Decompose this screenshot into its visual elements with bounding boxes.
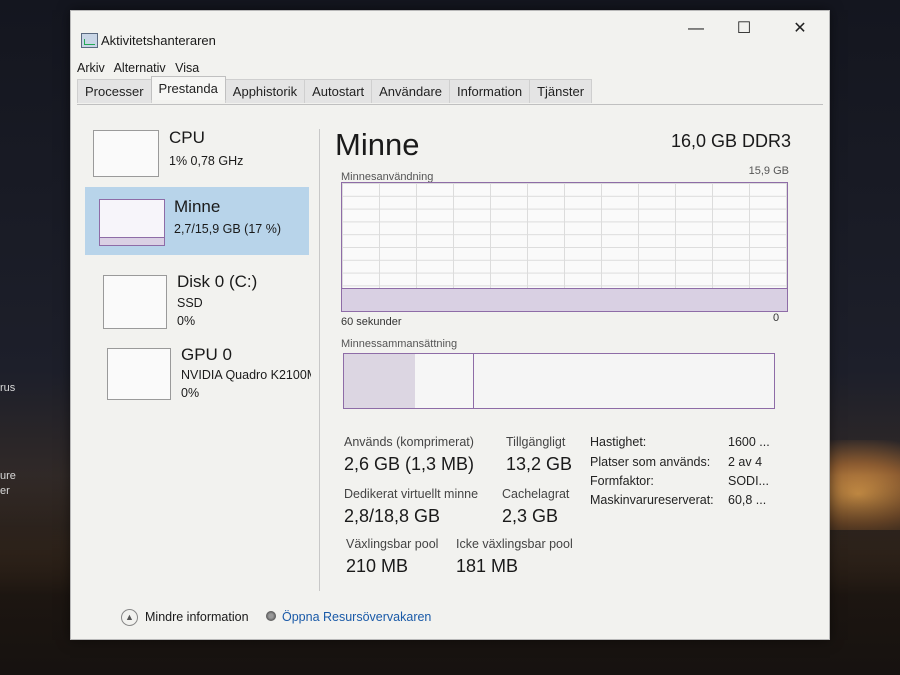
stat-available: Tillgängligt 13,2 GB bbox=[506, 435, 572, 475]
usage-graph-max: 15,9 GB bbox=[748, 165, 789, 177]
stat-value: 181 MB bbox=[456, 556, 519, 576]
tab-processer[interactable]: Processer bbox=[77, 79, 152, 103]
gpu-thumbnail-graph bbox=[107, 348, 171, 400]
stat-label: Används (komprimerat) bbox=[344, 435, 474, 449]
stat-value: 2,8/18,8 GB bbox=[344, 506, 441, 526]
window-title: Aktivitetshanteraren bbox=[101, 33, 216, 48]
stat-nonpaged-pool: Icke växlingsbar pool 181 MB bbox=[456, 537, 573, 577]
sidebar-item-disk[interactable]: Disk 0 (C:) SSD 0% bbox=[85, 263, 309, 331]
detail-key: Maskinvarureserverat: bbox=[590, 493, 714, 507]
detail-value: 60,8 ... bbox=[728, 493, 767, 507]
stat-value: 2,6 GB (1,3 MB) bbox=[344, 454, 475, 474]
composition-label: Minnessammansättning bbox=[341, 338, 458, 350]
menu-bar: Arkiv Alternativ Visa bbox=[77, 61, 205, 75]
detail-key: Hastighet: bbox=[590, 435, 647, 449]
cpu-thumbnail-graph bbox=[93, 130, 159, 177]
stat-paged-pool: Växlingsbar pool 210 MB bbox=[346, 537, 438, 577]
memory-spec: 16,0 GB DDR3 bbox=[670, 131, 791, 151]
memory-usage-fill bbox=[342, 288, 787, 311]
stat-value: 13,2 GB bbox=[506, 454, 573, 474]
memory-usage-graph bbox=[341, 182, 788, 312]
stat-value: 2,3 GB bbox=[502, 506, 559, 526]
close-button[interactable]: ✕ bbox=[777, 15, 823, 43]
detail-value: SODI... bbox=[728, 474, 769, 488]
sidebar-item-title: CPU bbox=[169, 128, 205, 147]
stat-value: 210 MB bbox=[346, 556, 409, 576]
title-bar[interactable]: Aktivitetshanteraren — ☐ ✕ bbox=[71, 11, 829, 49]
resource-monitor-icon bbox=[266, 611, 276, 621]
composition-in-use bbox=[344, 354, 416, 408]
stat-cached: Cachelagrat 2,3 GB bbox=[502, 487, 569, 527]
sidebar-item-sub: NVIDIA Quadro K2100M bbox=[181, 368, 311, 382]
sidebar-item-cpu[interactable]: CPU 1% 0,78 GHz bbox=[85, 121, 309, 189]
stat-label: Cachelagrat bbox=[502, 487, 570, 501]
sidebar-item-sub: SSD bbox=[177, 296, 203, 310]
detail-value: 1600 ... bbox=[728, 435, 770, 449]
composition-modified bbox=[414, 354, 474, 408]
open-resource-monitor-link[interactable]: Öppna Resursövervakaren bbox=[282, 610, 431, 624]
panel-divider bbox=[319, 129, 320, 591]
sidebar-item-sub: 2,7/15,9 GB (17 %) bbox=[174, 222, 282, 236]
memory-thumbnail-graph bbox=[99, 199, 165, 246]
tab-tjanster[interactable]: Tjänster bbox=[529, 79, 593, 103]
sidebar-item-memory[interactable]: Minne 2,7/15,9 GB (17 %) bbox=[85, 187, 309, 255]
stat-in-use: Används (komprimerat) 2,6 GB (1,3 MB) bbox=[344, 435, 474, 475]
task-manager-icon bbox=[81, 33, 98, 48]
detail-key: Formfaktor: bbox=[590, 474, 654, 488]
desktop-icon-label[interactable]: ure bbox=[0, 470, 16, 482]
sidebar-item-title: Minne bbox=[174, 197, 221, 216]
sidebar-item-sub: 0% bbox=[177, 314, 196, 328]
sidebar-item-gpu[interactable]: GPU 0 NVIDIA Quadro K2100M 0% bbox=[85, 337, 311, 405]
tab-autostart[interactable]: Autostart bbox=[304, 79, 373, 103]
stat-committed: Dedikerat virtuellt minne 2,8/18,8 GB bbox=[344, 487, 478, 527]
tab-apphistorik[interactable]: Apphistorik bbox=[224, 79, 306, 103]
tab-divider bbox=[77, 104, 823, 105]
less-info-link[interactable]: Mindre information bbox=[145, 610, 249, 624]
tab-strip: Processer Prestanda Apphistorik Autostar… bbox=[77, 76, 593, 103]
minimize-button[interactable]: — bbox=[673, 15, 719, 43]
detail-key: Platser som används: bbox=[590, 455, 711, 469]
sidebar-item-sub: 0% bbox=[181, 386, 200, 400]
tab-anvandare[interactable]: Användare bbox=[371, 79, 451, 103]
tab-prestanda[interactable]: Prestanda bbox=[150, 76, 226, 100]
maximize-button[interactable]: ☐ bbox=[721, 15, 767, 43]
stat-label: Tillgängligt bbox=[506, 435, 566, 449]
memory-composition-bar[interactable] bbox=[343, 353, 775, 409]
resource-sidebar: CPU 1% 0,78 GHz Minne 2,7/15,9 GB (17 %)… bbox=[85, 121, 311, 591]
stat-label: Icke växlingsbar pool bbox=[456, 537, 573, 551]
disk-thumbnail-graph bbox=[103, 275, 167, 329]
footer-bar: ▲ Mindre information Öppna Resursövervak… bbox=[71, 603, 829, 637]
chevron-up-icon[interactable]: ▲ bbox=[121, 609, 138, 626]
menu-alternativ[interactable]: Alternativ bbox=[114, 61, 166, 75]
page-title: Minne bbox=[335, 127, 420, 162]
graph-zero-label: 0 bbox=[773, 312, 780, 324]
sidebar-item-sub: 1% 0,78 GHz bbox=[169, 154, 244, 168]
menu-visa[interactable]: Visa bbox=[175, 61, 199, 75]
sidebar-item-title: GPU 0 bbox=[181, 345, 233, 364]
desktop-icon-label[interactable]: er bbox=[0, 485, 10, 497]
stat-label: Dedikerat virtuellt minne bbox=[344, 487, 479, 501]
task-manager-window: Aktivitetshanteraren — ☐ ✕ Arkiv Alterna… bbox=[70, 10, 830, 640]
graph-time-label: 60 sekunder bbox=[341, 316, 402, 328]
menu-arkiv[interactable]: Arkiv bbox=[77, 61, 105, 75]
tab-information[interactable]: Information bbox=[449, 79, 531, 103]
desktop-icon-label[interactable]: rus bbox=[0, 382, 15, 394]
detail-value: 2 av 4 bbox=[728, 455, 763, 469]
sidebar-item-title: Disk 0 (C:) bbox=[177, 272, 258, 291]
stat-label: Växlingsbar pool bbox=[346, 537, 439, 551]
